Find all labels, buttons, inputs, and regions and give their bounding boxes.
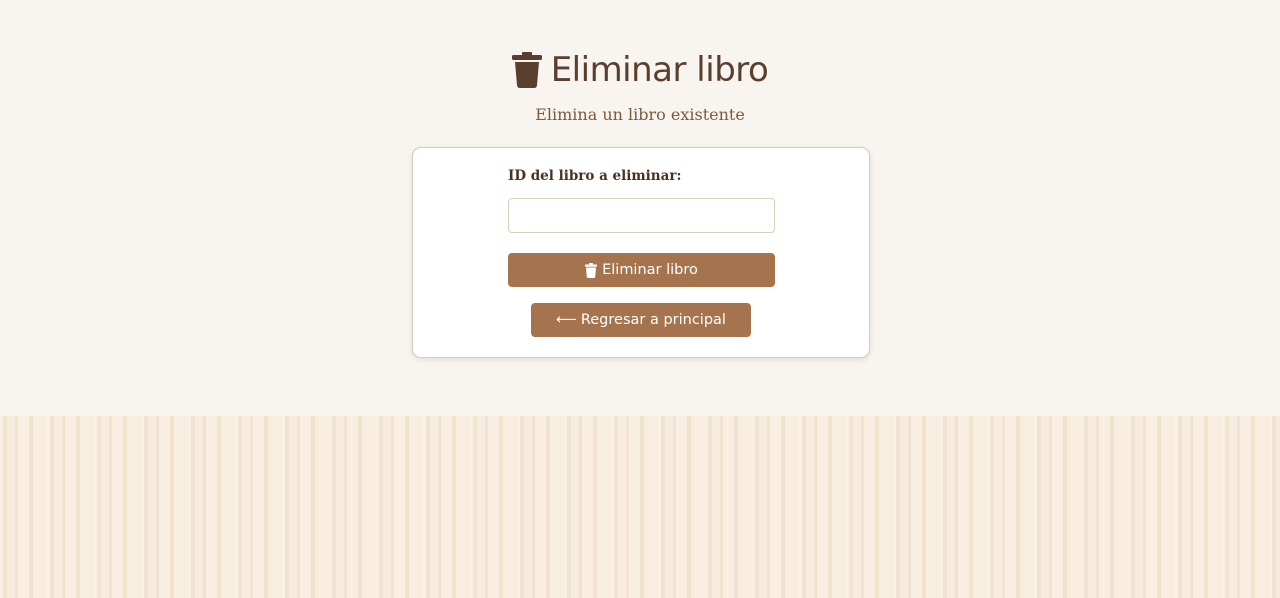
book-id-input[interactable] bbox=[508, 198, 775, 233]
delete-button-label: Eliminar libro bbox=[602, 262, 698, 278]
back-button-label: Regresar a principal bbox=[580, 312, 726, 328]
page-header: Eliminar libro bbox=[0, 50, 1280, 90]
wood-texture-footer bbox=[0, 416, 1280, 598]
delete-book-button[interactable]: Eliminar libro bbox=[508, 253, 775, 287]
delete-form-card: ID del libro a eliminar: Eliminar libro … bbox=[412, 147, 870, 358]
trash-icon bbox=[585, 262, 598, 278]
id-field-label: ID del libro a eliminar: bbox=[508, 168, 682, 184]
left-arrow-icon: ⟵ bbox=[556, 312, 577, 328]
page-title: Eliminar libro bbox=[550, 50, 769, 90]
back-to-main-button[interactable]: ⟵ Regresar a principal bbox=[531, 303, 751, 337]
page-subtitle: Elimina un libro existente bbox=[535, 105, 745, 124]
trash-icon bbox=[511, 52, 542, 88]
